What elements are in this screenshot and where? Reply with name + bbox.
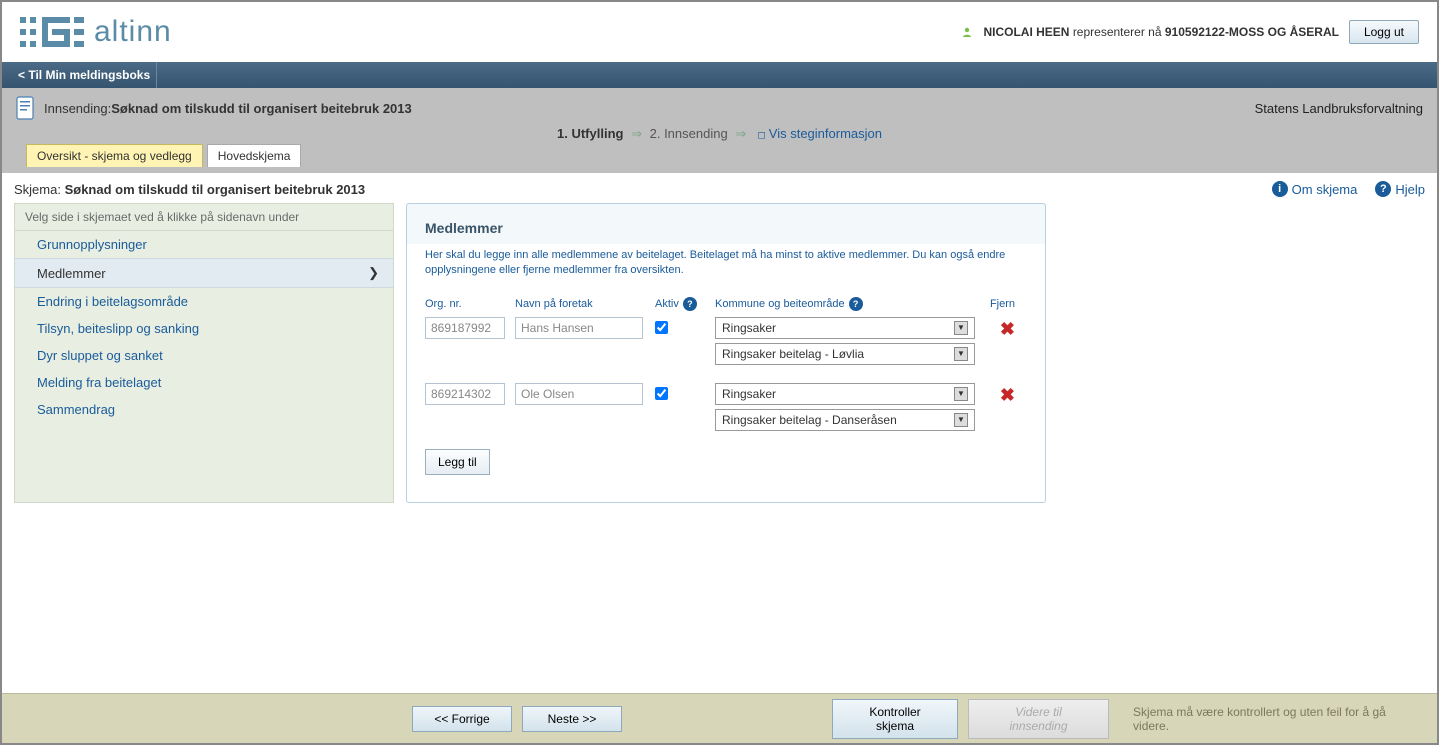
arrow-icon: ⇒ xyxy=(631,126,642,141)
sidebar-heading: Velg side i skjemaet ved å klikke på sid… xyxy=(15,204,393,231)
navn-input[interactable] xyxy=(515,383,643,405)
remove-icon[interactable]: ✖ xyxy=(1000,385,1015,405)
aktiv-checkbox[interactable] xyxy=(655,321,668,334)
next-button[interactable]: Neste >> xyxy=(522,706,622,732)
user-area: NICOLAI HEEN representerer nå 910592122-… xyxy=(961,20,1419,44)
user-name: NICOLAI HEEN xyxy=(983,25,1069,39)
orgnr-input[interactable] xyxy=(425,383,505,405)
panel-title: Medlemmer xyxy=(425,220,1027,236)
help-icon: ? xyxy=(1375,181,1391,197)
user-org: 910592122-MOSS OG ÅSERAL xyxy=(1165,25,1339,39)
chevron-down-icon: ▼ xyxy=(954,321,968,335)
innsending-label: Innsending: xyxy=(44,101,111,116)
skjema-label: Skjema: xyxy=(14,182,61,197)
help-icon[interactable]: ? xyxy=(683,297,697,311)
videre-button: Videre til innsending xyxy=(968,699,1109,739)
footer: << Forrige Neste >> Kontroller skjema Vi… xyxy=(2,693,1437,743)
col-navn: Navn på foretak xyxy=(515,298,655,310)
footer-message: Skjema må være kontrollert og uten feil … xyxy=(1133,705,1423,733)
hjelp-link[interactable]: ?Hjelp xyxy=(1375,181,1425,197)
beiteomrade-select[interactable]: Ringsaker beitelag - Løvlia▼ xyxy=(715,343,975,365)
chevron-down-icon: ▼ xyxy=(954,413,968,427)
agency-name: Statens Landbruksforvaltning xyxy=(1255,101,1423,116)
user-icon xyxy=(961,26,973,38)
sidebar-item-tilsyn[interactable]: Tilsyn, beiteslipp og sanking xyxy=(15,315,393,342)
chevron-down-icon: ▼ xyxy=(954,347,968,361)
arrow-icon: ⇒ xyxy=(735,126,746,141)
step-1: 1. Utfylling xyxy=(557,126,623,141)
sidebar-item-melding[interactable]: Melding fra beitelaget xyxy=(15,369,393,396)
chevron-down-icon: ▼ xyxy=(954,387,968,401)
step-indicator: 1. Utfylling ⇒ 2. Innsending ⇒ ◻ Vis steg… xyxy=(16,120,1423,144)
col-aktiv: Aktiv xyxy=(655,298,679,310)
chevron-right-icon: ❯ xyxy=(368,265,379,281)
add-member-button[interactable]: Legg til xyxy=(425,449,490,475)
om-skjema-link[interactable]: iOm skjema xyxy=(1272,181,1358,197)
col-orgnr: Org. nr. xyxy=(425,298,515,310)
help-icon[interactable]: ? xyxy=(849,297,863,311)
tab-oversikt[interactable]: Oversikt - skjema og vedlegg xyxy=(26,144,203,167)
tab-hovedskjema[interactable]: Hovedskjema xyxy=(207,144,302,167)
info-icon: i xyxy=(1272,181,1288,197)
logo: altinn xyxy=(20,15,172,49)
represents-text: representerer nå xyxy=(1073,25,1162,39)
member-row: Ringsaker▼ Ringsaker beitelag - Danserås… xyxy=(425,383,1027,431)
back-to-inbox-link[interactable]: < Til Min meldingsboks xyxy=(12,62,157,88)
remove-icon[interactable]: ✖ xyxy=(1000,319,1015,339)
document-icon xyxy=(16,96,36,120)
innsending-title: Søknad om tilskudd til organisert beiteb… xyxy=(111,101,412,116)
sidebar: Velg side i skjemaet ved å klikke på sid… xyxy=(14,203,394,503)
navn-input[interactable] xyxy=(515,317,643,339)
table-header: Org. nr. Navn på foretak Aktiv? Kommune … xyxy=(425,297,1027,311)
skjema-title: Søknad om tilskudd til organisert beiteb… xyxy=(65,182,366,197)
gray-info-bar: Innsending:Søknad om tilskudd til organi… xyxy=(2,88,1437,173)
sidebar-item-grunnopplysninger[interactable]: Grunnopplysninger xyxy=(15,231,393,258)
sidebar-item-dyr[interactable]: Dyr sluppet og sanket xyxy=(15,342,393,369)
sidebar-item-medlemmer[interactable]: Medlemmer❯ xyxy=(15,258,393,288)
step-2: 2. Innsending xyxy=(650,126,728,141)
expand-icon: ◻ xyxy=(757,130,765,141)
member-row: Ringsaker▼ Ringsaker beitelag - Løvlia▼ … xyxy=(425,317,1027,365)
logo-icon xyxy=(20,17,84,47)
col-fjern: Fjern xyxy=(975,298,1015,310)
aktiv-checkbox[interactable] xyxy=(655,387,668,400)
kontroller-button[interactable]: Kontroller skjema xyxy=(832,699,958,739)
panel-description: Her skal du legge inn alle medlemmene av… xyxy=(425,248,1027,279)
kommune-select[interactable]: Ringsaker▼ xyxy=(715,383,975,405)
navbar: < Til Min meldingsboks xyxy=(2,62,1437,88)
beiteomrade-select[interactable]: Ringsaker beitelag - Danseråsen▼ xyxy=(715,409,975,431)
form-panel: Medlemmer Her skal du legge inn alle med… xyxy=(406,203,1046,503)
sidebar-item-sammendrag[interactable]: Sammendrag xyxy=(15,396,393,423)
prev-button[interactable]: << Forrige xyxy=(412,706,512,732)
logout-button[interactable]: Logg ut xyxy=(1349,20,1419,44)
logo-text: altinn xyxy=(94,15,172,49)
tabs: Oversikt - skjema og vedlegg Hovedskjema xyxy=(16,144,1423,167)
sidebar-item-endring[interactable]: Endring i beitelagsområde xyxy=(15,288,393,315)
kommune-select[interactable]: Ringsaker▼ xyxy=(715,317,975,339)
header: altinn NICOLAI HEEN representerer nå 910… xyxy=(2,2,1437,62)
col-kommune: Kommune og beiteområde xyxy=(715,298,845,310)
orgnr-input[interactable] xyxy=(425,317,505,339)
step-info-link[interactable]: Vis steginformasjon xyxy=(769,126,882,141)
